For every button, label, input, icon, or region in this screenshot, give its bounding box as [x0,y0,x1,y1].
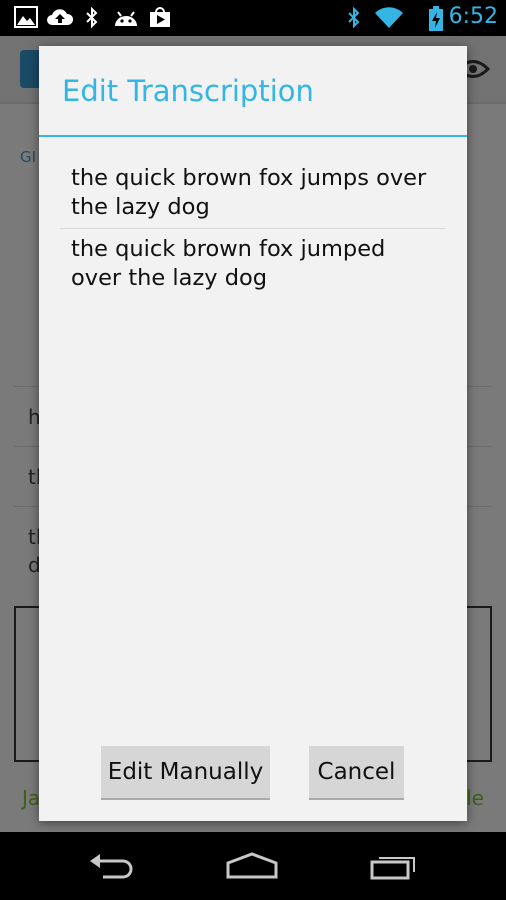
dialog-title-divider [39,135,467,137]
back-button[interactable] [82,848,142,884]
dialog-title: Edit Transcription [62,74,314,108]
transcription-option[interactable]: the quick brown fox jumps over the lazy … [60,160,445,229]
recents-button[interactable] [364,848,424,884]
bluetooth-icon [86,6,98,29]
cloud-upload-icon [47,9,74,25]
back-icon [90,854,133,879]
status-bar: 6:52 [0,0,506,36]
edit-transcription-dialog: Edit Transcription the quick brown fox j… [39,46,467,821]
recents-icon [370,857,415,880]
screen: 6:52 GI h th th d Ja le Edit Transcripti… [0,0,506,900]
edit-manually-button[interactable]: Edit Manually [101,746,270,800]
wifi-icon [375,7,403,29]
navigation-bar [0,832,506,900]
android-icon [115,11,137,26]
bluetooth-icon [348,6,360,29]
home-button[interactable] [222,848,282,884]
home-icon [226,852,278,879]
background-section-label: GI [20,148,37,166]
play-store-icon [150,7,170,27]
transcription-option[interactable]: the quick brown fox jumped over the lazy… [60,229,445,299]
background-footer-right: le [466,786,484,810]
battery-charging-icon [429,6,443,31]
background-footer-left: Ja [22,786,41,810]
gallery-icon [14,6,38,28]
cancel-button[interactable]: Cancel [309,746,404,800]
transcription-list: the quick brown fox jumps over the lazy … [60,160,445,299]
status-time: 6:52 [448,4,498,29]
